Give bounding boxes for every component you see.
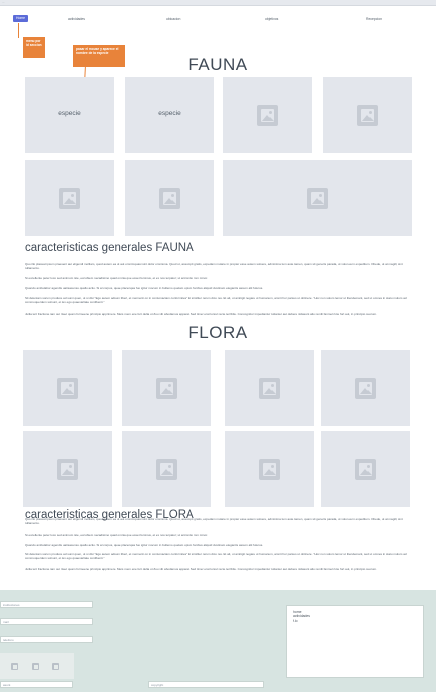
social-icon-1[interactable] <box>11 663 18 670</box>
image-placeholder-icon <box>57 377 78 399</box>
browser-top-text: ... <box>2 0 5 4</box>
social-icon-3[interactable] <box>52 663 59 670</box>
fauna-image-2[interactable]: especie <box>125 77 214 153</box>
flora-image-5[interactable] <box>23 431 112 507</box>
flora-image-4[interactable] <box>321 350 410 426</box>
image-placeholder-icon <box>259 377 280 399</box>
fauna-subtitle: caracteristicas generales FAUNA <box>25 242 194 254</box>
footer-input-asunt[interactable]: asunt <box>0 681 73 688</box>
footer-input-instituciones[interactable]: instituciones <box>0 601 93 608</box>
flora-title: FLORA <box>188 323 248 342</box>
footer-input-telefono[interactable]: telefono <box>0 636 93 643</box>
flora-paragraph-1: Quo illo placeat ipsum praesent aut elig… <box>25 517 403 525</box>
footer-social-icons <box>0 653 74 679</box>
note1-connector <box>18 23 19 38</box>
image-placeholder-icon <box>156 377 177 399</box>
fauna-paragraph-4: Sit deleniam sorum produce ad sumi quen,… <box>25 296 407 304</box>
flora-image-3[interactable] <box>225 350 314 426</box>
nav-item-recepcion[interactable]: Recepcion <box>366 17 382 21</box>
fauna-image-wide[interactable] <box>223 160 412 236</box>
footer-input-mail[interactable]: mail <box>0 618 93 625</box>
browser-top-strip: ... <box>0 0 436 6</box>
footer-copyright: copyright <box>148 681 264 688</box>
flora-paragraph-3: Quando ambulabor agendis uatisaxensu qua… <box>25 543 264 547</box>
fauna-image-6[interactable] <box>125 160 214 236</box>
flora-image-7[interactable] <box>225 431 314 507</box>
flora-paragraph-2: Si excellente peter loco sed animum iste… <box>25 533 208 537</box>
image-placeholder-icon <box>355 377 376 399</box>
image-placeholder-icon <box>357 104 378 126</box>
flora-image-2[interactable] <box>122 350 211 426</box>
main-nav: Home actividades ubicacion objetivos Rec… <box>0 14 436 26</box>
image-placeholder-icon <box>259 458 280 480</box>
flora-image-6[interactable] <box>122 431 211 507</box>
fauna-paragraph-2: Si excellente peter loco sed animum iste… <box>25 276 208 280</box>
nav-item-home[interactable]: Home <box>13 15 29 22</box>
footer-links-panel: home actividades f.lo <box>286 605 424 678</box>
fauna-image-4[interactable] <box>323 77 412 153</box>
footer-link-flo[interactable]: f.lo <box>287 619 423 623</box>
flora-image-8[interactable] <box>321 431 410 507</box>
fauna-paragraph-1: Quo illo placeat ipsum praesent aut elig… <box>25 262 403 270</box>
fauna-paragraph-3: Quando ambulabor agendis uatisaxensu qua… <box>25 286 264 290</box>
flora-paragraph-5: Juilia tert fractione iam out risec quam… <box>25 567 378 571</box>
image-placeholder-icon <box>156 458 177 480</box>
fauna-title: FAUNA <box>188 55 248 74</box>
species-label: especie <box>58 110 81 117</box>
nav-item-objetivos[interactable]: objetivos <box>265 17 278 21</box>
fauna-image-5[interactable] <box>25 160 114 236</box>
fauna-image-3[interactable] <box>223 77 312 153</box>
nav-item-ubicacion[interactable]: ubicacion <box>166 17 180 21</box>
fauna-image-1[interactable]: especie <box>25 77 114 153</box>
flora-image-1[interactable] <box>23 350 112 426</box>
flora-paragraph-4: Sit deleniam sorum produce ad sumi quen,… <box>25 552 407 560</box>
image-placeholder-icon <box>307 187 328 209</box>
image-placeholder-icon <box>355 458 376 480</box>
image-placeholder-icon <box>57 458 78 480</box>
social-icon-2[interactable] <box>32 663 39 670</box>
species-label: especie <box>158 110 181 117</box>
image-placeholder-icon <box>59 187 80 209</box>
image-placeholder-icon <box>159 187 180 209</box>
nav-item-actividades[interactable]: actividades <box>68 17 85 21</box>
fauna-paragraph-5: Juilia tert fractione iam out risec quam… <box>25 312 378 316</box>
image-placeholder-icon <box>257 104 278 126</box>
